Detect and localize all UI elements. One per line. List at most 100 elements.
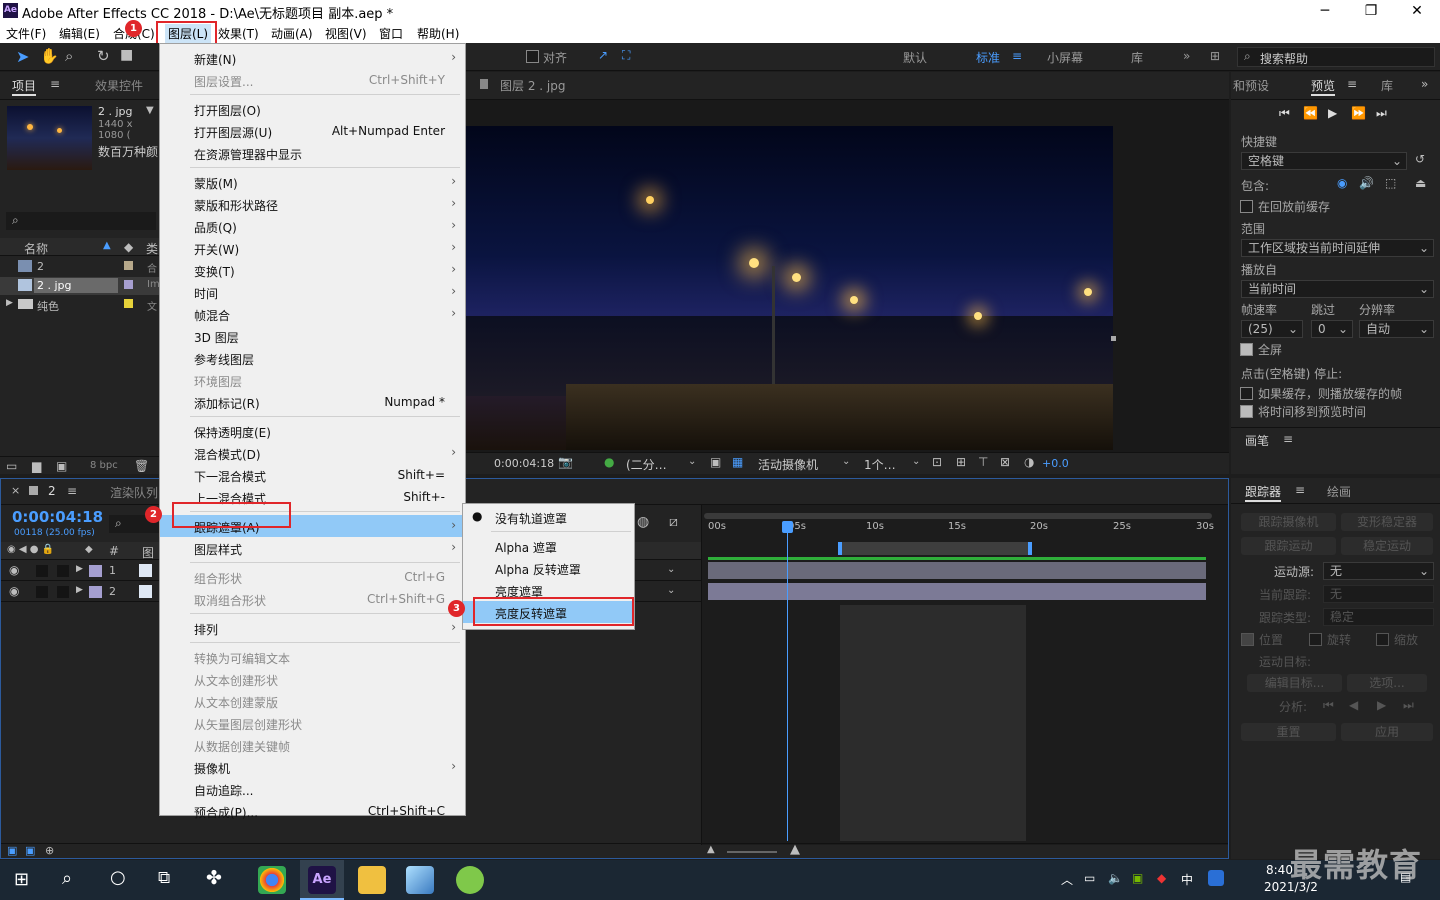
- audio-icon[interactable]: 🔊: [1359, 176, 1374, 190]
- layer-menu-item[interactable]: 新建(N) ›: [160, 47, 465, 69]
- label-icon[interactable]: ◆: [85, 544, 93, 555]
- snap-checkbox[interactable]: [526, 50, 539, 63]
- fast-preview-icon[interactable]: ⊡: [932, 455, 942, 469]
- project-search-input[interactable]: ⌕: [6, 212, 156, 230]
- menu-window[interactable]: 窗口: [379, 25, 403, 42]
- layer-menu-item[interactable]: 蒙版和形状路径 ›: [160, 193, 465, 215]
- tab-comp[interactable]: 2: [48, 484, 56, 498]
- tab-paint[interactable]: 绘画: [1327, 483, 1351, 500]
- last-frame-icon[interactable]: ⏭: [1376, 106, 1387, 121]
- camera-dropdown[interactable]: 活动摄像机: [758, 456, 818, 473]
- bit-depth[interactable]: 8 bpc: [90, 460, 118, 471]
- layer-menu-item[interactable]: 开关(W) ›: [160, 237, 465, 259]
- search-help-box[interactable]: ⌕ 搜索帮助: [1237, 47, 1435, 67]
- range-dropdown[interactable]: 工作区域按当前时间延伸 ⌄: [1241, 239, 1434, 257]
- item-dropdown-icon[interactable]: ▼: [146, 105, 154, 116]
- layer-menu-item[interactable]: 时间 ›: [160, 281, 465, 303]
- resolution-dropdown[interactable]: (二分…: [626, 456, 667, 473]
- tab-tracker[interactable]: 跟踪器: [1245, 483, 1282, 502]
- menu-help[interactable]: 帮助(H): [417, 25, 459, 42]
- tab-effect-controls[interactable]: 效果控件: [95, 77, 143, 94]
- layer-bar[interactable]: [708, 562, 1206, 579]
- col-name[interactable]: 名称: [24, 240, 48, 257]
- views-dropdown[interactable]: 1个…: [864, 456, 896, 473]
- close-button[interactable]: ✕: [1394, 0, 1440, 22]
- tab-brushes[interactable]: 画笔: [1245, 432, 1269, 449]
- cache-before-checkbox[interactable]: [1240, 200, 1253, 213]
- fps-dropdown[interactable]: (25) ⌄: [1241, 320, 1303, 338]
- project-menu-icon[interactable]: ≡: [50, 77, 60, 91]
- chevron-down-icon[interactable]: ⌄: [688, 456, 696, 467]
- first-frame-icon[interactable]: ⏮: [1279, 106, 1290, 121]
- next-frame-icon[interactable]: ⏩: [1351, 106, 1366, 120]
- menu-animation[interactable]: 动画(A): [271, 25, 313, 42]
- channel-icon[interactable]: ●: [604, 455, 614, 469]
- track-matte-option[interactable]: ● 没有轨道遮罩: [463, 506, 634, 528]
- layer-menu-item[interactable]: 在资源管理器中显示: [160, 142, 465, 164]
- track-type-dropdown[interactable]: 稳定: [1323, 608, 1434, 626]
- tab-layer-viewer[interactable]: 图层 2 . jpg: [500, 77, 565, 94]
- rotation-checkbox[interactable]: [1309, 633, 1322, 646]
- project-row[interactable]: 2 合: [0, 258, 160, 276]
- col-type[interactable]: 类: [146, 240, 158, 257]
- more-workspaces-icon[interactable]: »: [1183, 49, 1190, 63]
- camera-tool-icon[interactable]: ■: [120, 47, 133, 63]
- interpret-footage-icon[interactable]: ▭: [6, 459, 17, 473]
- motion-source-dropdown[interactable]: 无 ⌄: [1323, 562, 1434, 580]
- analyze-forward-icon[interactable]: ⏭: [1403, 698, 1414, 713]
- transfer-controls-icon[interactable]: ▣: [25, 844, 35, 857]
- chevron-down-icon[interactable]: ⌄: [842, 456, 850, 467]
- tab-preview[interactable]: 预览: [1311, 77, 1336, 96]
- preview-menu-icon[interactable]: ≡: [1347, 77, 1357, 91]
- overlay-icon[interactable]: ⬚: [1385, 176, 1396, 190]
- rotate-tool-icon[interactable]: ↻: [97, 47, 110, 65]
- after-effects-icon[interactable]: Ae: [308, 866, 336, 894]
- res-dropdown[interactable]: 自动 ⌄: [1359, 320, 1434, 338]
- expand-icon[interactable]: ▶: [76, 564, 83, 574]
- timeline-icon[interactable]: ⊞: [956, 455, 966, 469]
- layer-menu-item[interactable]: 混合模式(D) ›: [160, 442, 465, 464]
- prev-frame-icon[interactable]: ⏪: [1303, 106, 1318, 120]
- skip-dropdown[interactable]: 0 ⌄: [1311, 320, 1353, 338]
- search-icon[interactable]: ⌕: [62, 868, 72, 889]
- more-panels-icon[interactable]: »: [1421, 77, 1428, 91]
- layer-menu-item[interactable]: 品质(Q) ›: [160, 215, 465, 237]
- layer-menu-item[interactable]: 摄像机 ›: [160, 756, 465, 778]
- menu-file[interactable]: 文件(F): [6, 25, 46, 42]
- tray-expand-icon[interactable]: ︿: [1061, 871, 1073, 888]
- position-checkbox[interactable]: [1241, 633, 1254, 646]
- close-tab-icon[interactable]: ×: [11, 484, 20, 497]
- viewer-timecode[interactable]: 0:00:04:18: [494, 457, 554, 470]
- task-view-icon[interactable]: ⧉: [158, 868, 170, 888]
- flowchart-icon[interactable]: ⊤: [978, 455, 988, 469]
- hand-tool-icon[interactable]: ✋: [40, 47, 59, 65]
- track-motion-button[interactable]: 跟踪运动: [1241, 537, 1336, 555]
- menu-view[interactable]: 视图(V): [325, 25, 367, 42]
- tab-library[interactable]: 库: [1381, 77, 1393, 94]
- timeline-timecode[interactable]: 0:00:04:18: [12, 508, 103, 526]
- workspace-small[interactable]: 小屏幕: [1047, 49, 1083, 66]
- play-from-dropdown[interactable]: 当前时间 ⌄: [1241, 280, 1434, 298]
- exposure-value[interactable]: +0.0: [1042, 457, 1069, 470]
- new-folder-icon[interactable]: ▆: [32, 459, 41, 473]
- tab-menu-icon[interactable]: ≡: [67, 484, 77, 498]
- layer-menu-item[interactable]: 参考线图层: [160, 347, 465, 369]
- layer-menu-item[interactable]: 添加标记(R) Numpad *: [160, 391, 465, 413]
- apply-button[interactable]: 应用: [1341, 723, 1433, 741]
- zoom-in-icon[interactable]: ▲: [790, 842, 800, 857]
- layer-switches-icon[interactable]: ▣: [7, 844, 17, 857]
- project-row[interactable]: 2 . jpg Im: [0, 277, 160, 295]
- track-matte-option[interactable]: Alpha 反转遮罩: [463, 557, 634, 579]
- av-switches-icon[interactable]: ◉ ◀ ● 🔒: [7, 544, 54, 555]
- nvidia-icon[interactable]: ▣: [1132, 871, 1143, 885]
- workspace-standard[interactable]: 标准: [976, 49, 1000, 66]
- minimize-button[interactable]: ─: [1302, 0, 1348, 22]
- motion-blur-icon[interactable]: ◍: [637, 514, 649, 530]
- tab-render-queue[interactable]: 渲染队列: [110, 484, 158, 501]
- brush-menu-icon[interactable]: ≡: [1283, 432, 1293, 446]
- menu-effect[interactable]: 效果(T): [218, 25, 259, 42]
- layer-bar[interactable]: [708, 583, 1206, 600]
- security-icon[interactable]: ◆: [1157, 871, 1166, 885]
- volume-icon[interactable]: 🔈: [1108, 871, 1123, 885]
- layer-menu-item[interactable]: 帧混合 ›: [160, 303, 465, 325]
